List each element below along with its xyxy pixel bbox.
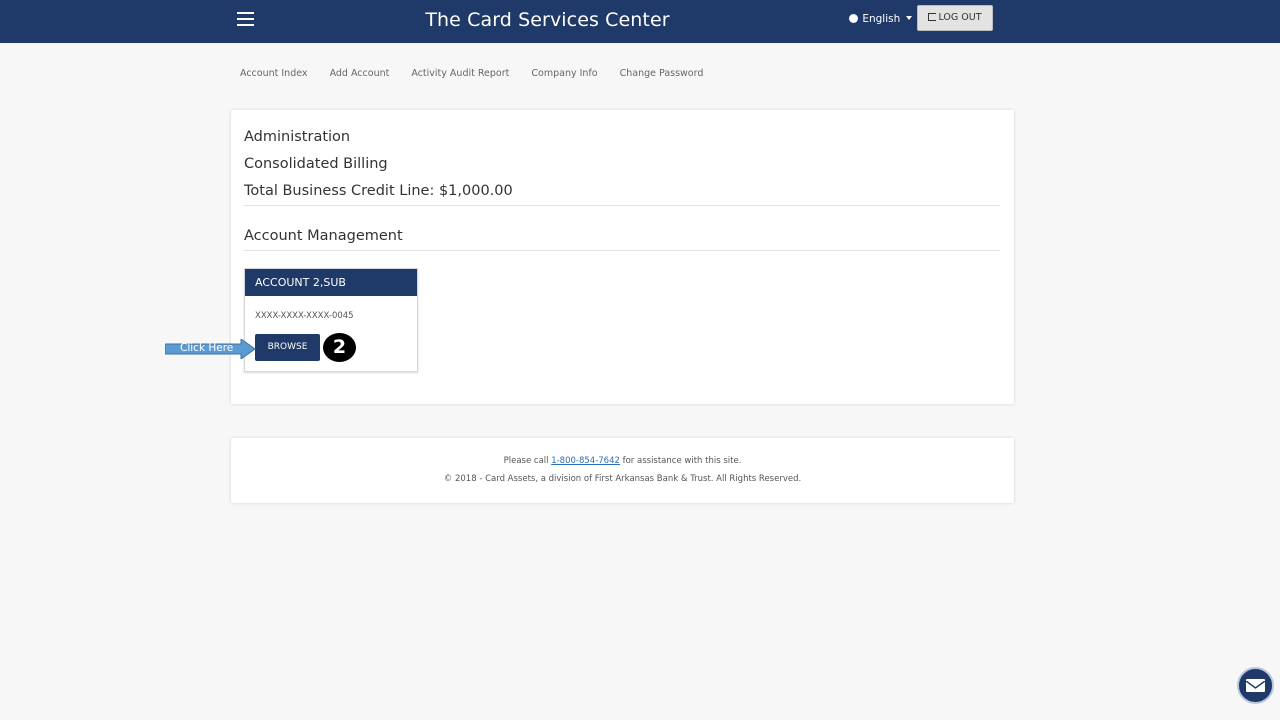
account-name: ACCOUNT 2,SUB <box>245 269 417 296</box>
account-number: XXXX-XXXX-XXXX-0045 <box>255 311 354 321</box>
footer-call-prefix: Please call <box>503 456 549 466</box>
credit-line-text: Total Business Credit Line: $1,000.00 <box>244 183 513 199</box>
footer-help-line: Please call 1-800-854-7642 for assistanc… <box>231 456 1014 466</box>
footer-call-suffix: for assistance with this site. <box>622 456 742 466</box>
caret-down-icon <box>905 16 912 20</box>
divider <box>244 205 1000 206</box>
chat-widget-button[interactable] <box>1237 667 1274 704</box>
footer: Please call 1-800-854-7642 for assistanc… <box>231 438 1014 503</box>
click-here-callout: Click Here <box>165 339 256 359</box>
browse-button[interactable]: BROWSE <box>255 334 320 361</box>
top-navbar: The Card Services Center English LOG OUT <box>0 0 1280 43</box>
administration-heading: Administration <box>244 129 351 145</box>
envelope-icon <box>1245 679 1266 692</box>
phone-link[interactable]: 1-800-854-7642 <box>551 456 620 466</box>
language-label: English <box>862 13 901 25</box>
nav-account-index[interactable]: Account Index <box>240 68 308 79</box>
nav-company-info[interactable]: Company Info <box>531 68 597 79</box>
globe-icon <box>849 14 858 23</box>
logout-label: LOG OUT <box>938 12 982 23</box>
divider <box>244 250 1000 251</box>
account-management-title: Account Management <box>244 228 403 244</box>
logout-button[interactable]: LOG OUT <box>917 5 993 31</box>
consolidated-billing-heading: Consolidated Billing <box>244 156 388 172</box>
step-number-badge: 2 <box>323 333 356 362</box>
main-panel: Administration Consolidated Billing Tota… <box>231 110 1014 404</box>
callout-text: Click Here <box>180 342 234 354</box>
account-card: ACCOUNT 2,SUB XXXX-XXXX-XXXX-0045 BROWSE… <box>244 268 418 372</box>
language-selector[interactable]: English <box>849 13 912 25</box>
nav-add-account[interactable]: Add Account <box>330 68 390 79</box>
nav-change-password[interactable]: Change Password <box>620 68 704 79</box>
sub-navigation: Account Index Add Account Activity Audit… <box>240 68 722 79</box>
nav-activity-audit-report[interactable]: Activity Audit Report <box>411 68 509 79</box>
copyright-text: © 2018 - Card Assets, a division of Firs… <box>443 474 802 484</box>
sign-out-icon <box>928 13 937 21</box>
